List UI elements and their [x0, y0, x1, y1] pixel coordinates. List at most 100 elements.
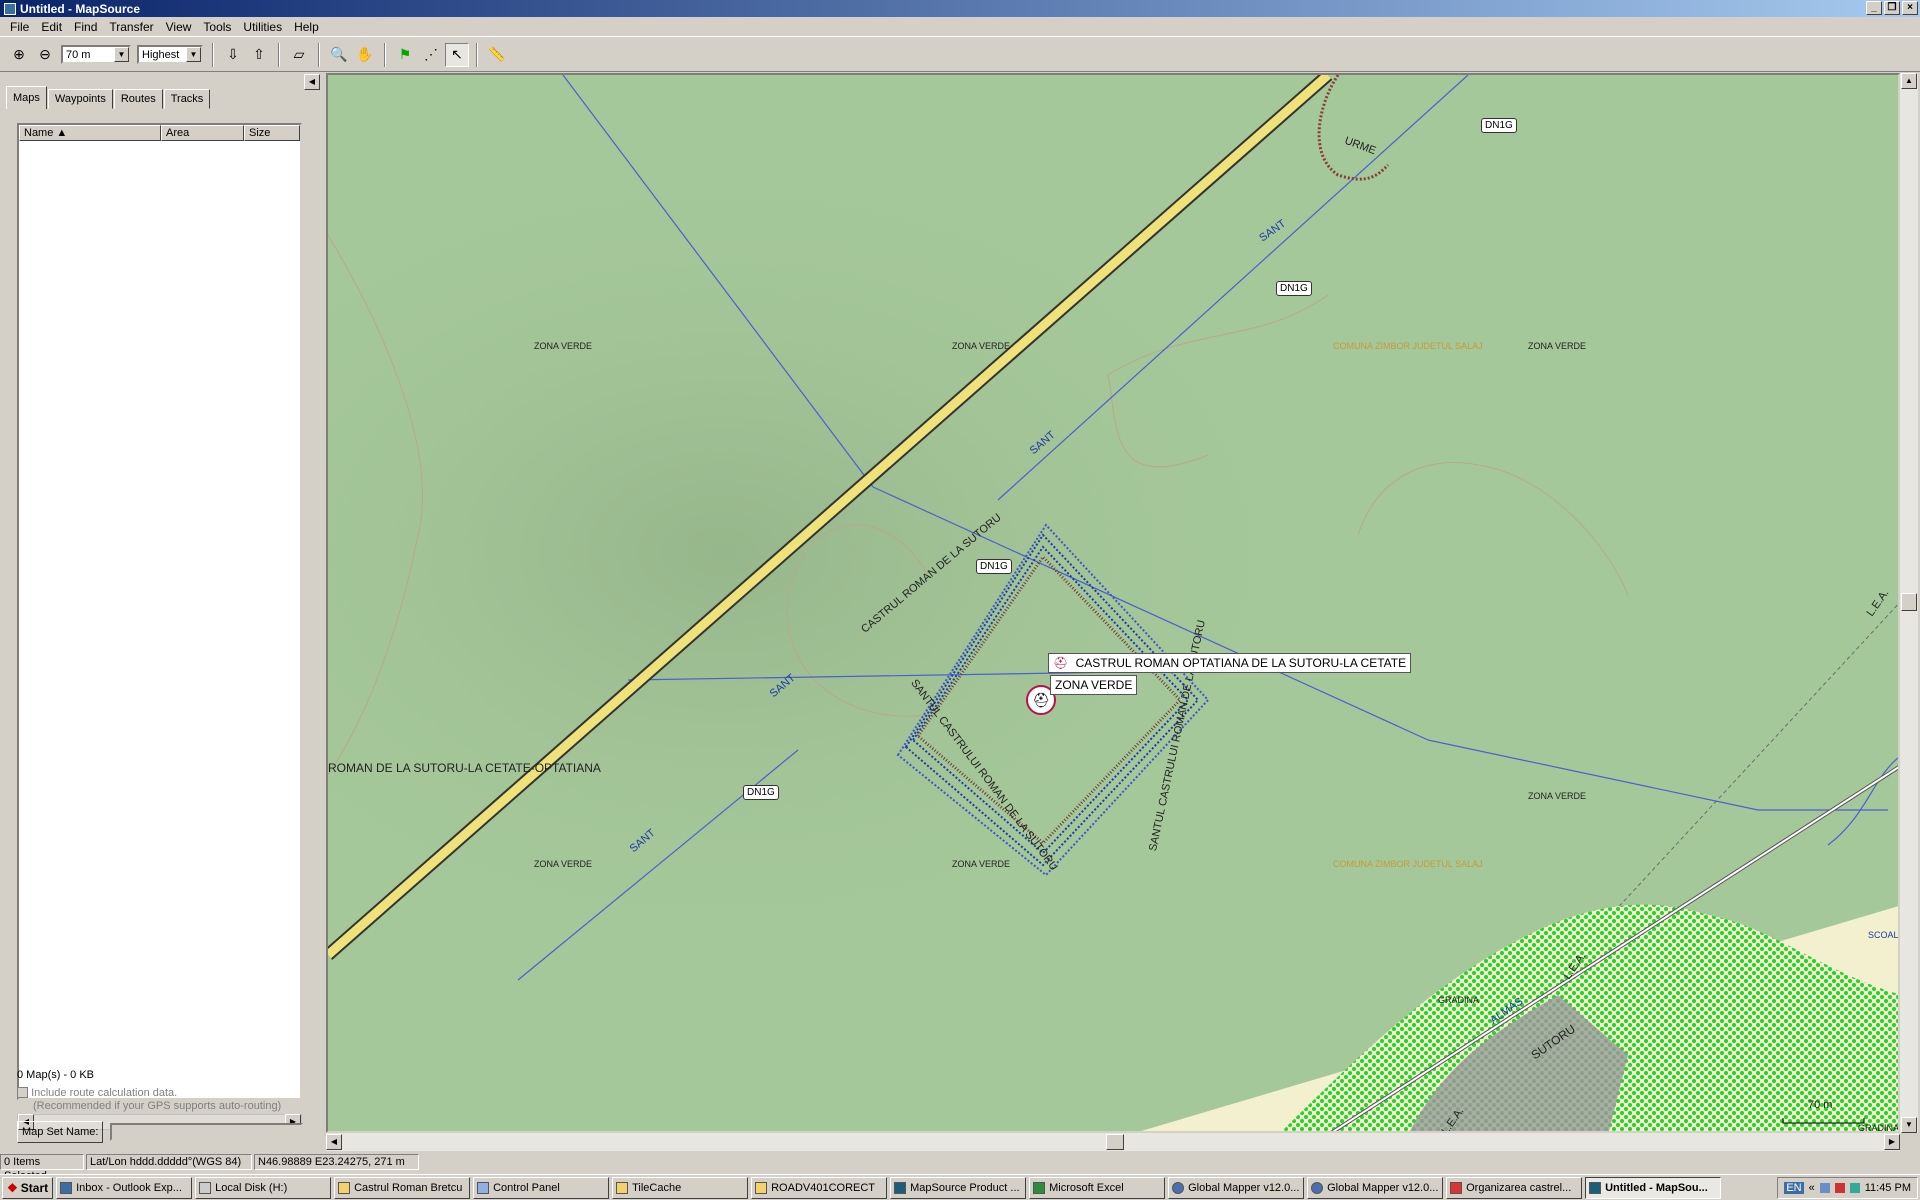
task-organizarea[interactable]: Organizarea castrel... [1446, 1176, 1583, 1199]
window-title: Untitled - MapSource [20, 1, 141, 16]
task-folder-roadv[interactable]: ROADV401CORECT [751, 1176, 888, 1199]
network-icon[interactable] [1819, 1182, 1830, 1193]
area-label: ZONA VERDE [1528, 791, 1587, 801]
scroll-down-icon[interactable]: ▼ [1901, 1117, 1917, 1133]
task-mapsource-untitled[interactable]: Untitled - MapSou... [1585, 1176, 1722, 1199]
zoom-scale-select[interactable]: 70 m ▼ [61, 45, 131, 64]
status-bar: 0 Items Selected Lat/Lon hddd.ddddd°(WGS… [0, 1153, 1920, 1182]
task-folder-tilecache[interactable]: TileCache [612, 1176, 749, 1199]
hand-tool-icon[interactable]: ✋ [353, 43, 377, 67]
zoom-tool-icon[interactable]: 🔍 [327, 43, 351, 67]
security-icon[interactable] [1834, 1182, 1845, 1193]
zoom-in-icon[interactable]: ⊕ [7, 43, 31, 67]
control-panel-icon [477, 1181, 490, 1194]
status-format: Lat/Lon hddd.ddddd°(WGS 84) [86, 1154, 252, 1170]
route-calc-note: (Recommended if your GPS supports auto-r… [33, 1100, 282, 1112]
garden-label: GRADINA [1858, 1123, 1900, 1133]
language-indicator[interactable]: EN [1784, 1181, 1804, 1194]
task-control-panel[interactable]: Control Panel [473, 1176, 610, 1199]
area-label: ZONA VERDE [534, 859, 593, 869]
start-button[interactable]: ❖ Start [2, 1176, 54, 1199]
task-excel[interactable]: Microsoft Excel [1029, 1176, 1166, 1199]
outlook-icon [60, 1181, 73, 1194]
map-set-name-button[interactable]: Map Set Name: [17, 1121, 104, 1143]
tab-waypoints[interactable]: Waypoints [47, 89, 113, 109]
map-horizontal-scrollbar[interactable]: ◀ ▶ [326, 1133, 1900, 1151]
disk-icon [199, 1181, 212, 1194]
scroll-thumb[interactable] [1901, 593, 1917, 611]
pdf-icon [1450, 1181, 1463, 1194]
tab-maps[interactable]: Maps [6, 86, 47, 109]
send-to-device-icon[interactable]: ⇧ [247, 43, 271, 67]
close-button[interactable]: × [1902, 1, 1918, 15]
route-tool-icon[interactable]: ⋰ [419, 43, 443, 67]
scroll-left-icon[interactable]: ◀ [326, 1134, 342, 1150]
measure-tool-icon[interactable]: 📏 [485, 43, 509, 67]
restore-button[interactable]: ❐ [1884, 1, 1900, 15]
zoom-out-icon[interactable]: ⊖ [33, 43, 57, 67]
toolbar-separator [278, 42, 280, 67]
title-bar: Untitled - MapSource _ ❐ × [0, 0, 1920, 17]
road-shield: DN1G [743, 785, 779, 800]
detail-select[interactable]: Highest ▼ [137, 45, 203, 64]
column-name[interactable]: Name ▲ [19, 125, 161, 141]
mapsource-icon [1589, 1181, 1602, 1194]
status-selected: 0 Items Selected [0, 1154, 84, 1182]
checkbox-icon[interactable] [17, 1087, 28, 1098]
clock[interactable]: 11:45 PM [1865, 1182, 1911, 1194]
left-panel: ◀ Maps Waypoints Routes Tracks Name ▲ Ar… [0, 73, 320, 1153]
tab-routes[interactable]: Routes [113, 89, 163, 109]
toolbar-separator [384, 42, 386, 67]
commune-label: COMUNA ZIMBOR JUDETUL SALAJ [1333, 341, 1483, 351]
scroll-up-icon[interactable]: ▲ [1901, 73, 1917, 89]
task-mapsource-product[interactable]: MapSource Product ... [890, 1176, 1027, 1199]
menu-find[interactable]: Find [68, 20, 103, 34]
waypoint-tool-icon[interactable]: ⚑ [393, 43, 417, 67]
menu-tools[interactable]: Tools [197, 20, 237, 34]
poi-tooltip-icon: ⛑ [1053, 656, 1069, 670]
map-canvas[interactable] [328, 75, 1900, 1133]
map-view[interactable]: DN1G DN1G DN1G DN1G ZONA VERDE ZONA VERD… [326, 73, 1900, 1133]
menu-utilities[interactable]: Utilities [237, 20, 288, 34]
folder-icon [338, 1181, 351, 1194]
task-local-disk[interactable]: Local Disk (H:) [195, 1176, 332, 1199]
route-calc-checkbox[interactable]: Include route calculation data. [17, 1087, 177, 1099]
app-icon [4, 2, 16, 15]
road-shield: DN1G [1481, 118, 1517, 133]
folder-icon [755, 1181, 768, 1194]
toolbar-separator [476, 42, 478, 67]
menu-file[interactable]: File [4, 20, 35, 34]
column-size[interactable]: Size [244, 125, 300, 141]
minimize-button[interactable]: _ [1866, 1, 1882, 15]
panel-tabs: Maps Waypoints Routes Tracks [6, 86, 211, 109]
tray-expand-icon[interactable]: « [1809, 1182, 1815, 1194]
menu-help[interactable]: Help [288, 20, 325, 34]
scroll-right-icon[interactable]: ▶ [1884, 1134, 1900, 1150]
task-outlook[interactable]: Inbox - Outlook Exp... [56, 1176, 193, 1199]
task-global-mapper-2[interactable]: Global Mapper v12.0... [1307, 1176, 1444, 1199]
poi-tooltip-sub: ZONA VERDE [1050, 675, 1138, 695]
road-shield: DN1G [976, 559, 1012, 574]
tab-tracks[interactable]: Tracks [163, 89, 211, 109]
column-area[interactable]: Area [161, 125, 244, 141]
receive-from-device-icon[interactable]: ⇩ [221, 43, 245, 67]
toolbar-separator [212, 42, 214, 67]
scroll-thumb[interactable] [1106, 1134, 1124, 1150]
chevron-down-icon[interactable]: ▼ [186, 47, 201, 62]
chevron-down-icon[interactable]: ▼ [114, 47, 129, 62]
task-folder-castrul[interactable]: Castrul Roman Bretcu [334, 1176, 471, 1199]
detail-value: Highest [142, 48, 180, 61]
map-set-name-input[interactable] [110, 1123, 303, 1141]
maps-list[interactable]: Name ▲ Area Size [17, 123, 302, 1100]
area-label: ZONA VERDE [952, 341, 1011, 351]
map-tool-icon[interactable]: ▱ [287, 43, 311, 67]
task-global-mapper-1[interactable]: Global Mapper v12.0... [1168, 1176, 1305, 1199]
collapse-panel-icon[interactable]: ◀ [304, 74, 320, 90]
menu-edit[interactable]: Edit [35, 20, 68, 34]
menu-bar: File Edit Find Transfer View Tools Utili… [0, 17, 1920, 37]
menu-view[interactable]: View [160, 20, 198, 34]
selection-tool-icon[interactable]: ↖ [445, 42, 469, 67]
update-icon[interactable] [1849, 1182, 1860, 1193]
map-vertical-scrollbar[interactable]: ▲ ▼ [1900, 73, 1918, 1133]
menu-transfer[interactable]: Transfer [103, 20, 159, 34]
